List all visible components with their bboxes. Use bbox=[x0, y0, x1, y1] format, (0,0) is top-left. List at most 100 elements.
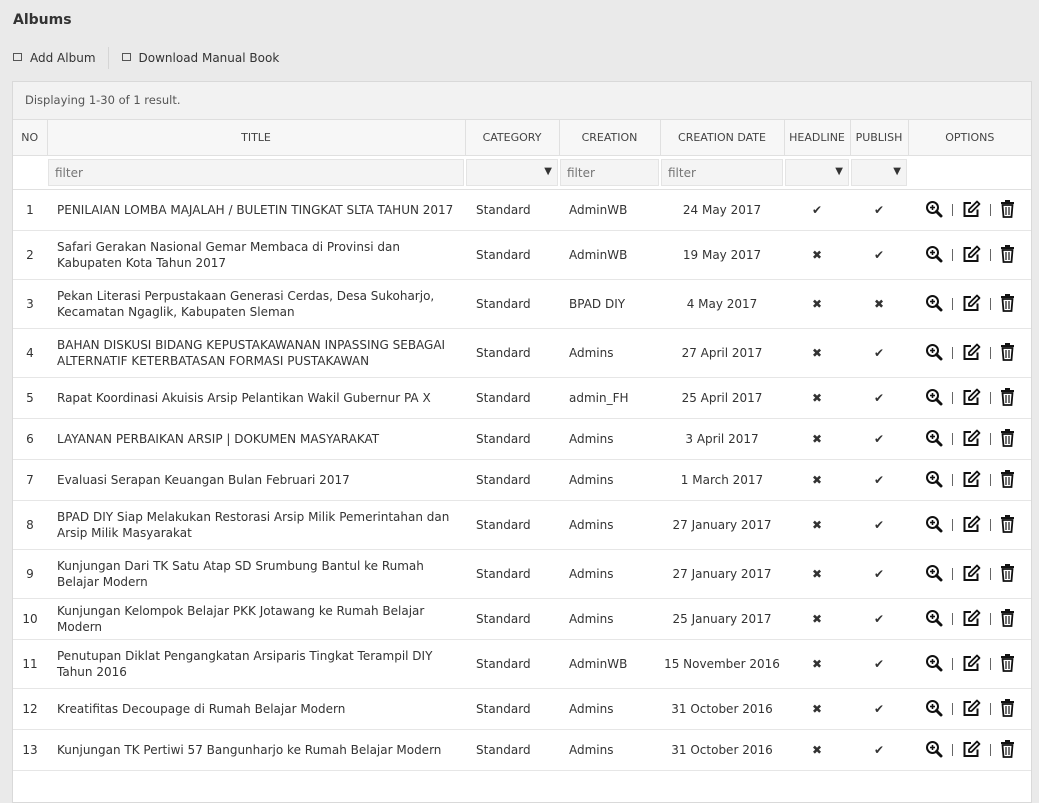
edit-icon[interactable] bbox=[962, 200, 981, 221]
headline-cross-icon[interactable]: ✖ bbox=[784, 459, 850, 501]
table-row[interactable]: 5 Rapat Koordinasi Akuisis Arsip Pelantik… bbox=[13, 377, 1031, 419]
publish-check-icon[interactable]: ✔ bbox=[850, 598, 908, 640]
options-divider bbox=[989, 658, 991, 670]
headline-cross-icon[interactable]: ✖ bbox=[784, 377, 850, 419]
column-header-headline[interactable]: HEADLINE bbox=[784, 120, 851, 156]
publish-check-icon[interactable]: ✔ bbox=[850, 688, 908, 730]
delete-icon[interactable] bbox=[1000, 244, 1015, 266]
edit-icon[interactable] bbox=[962, 343, 981, 364]
publish-check-icon[interactable]: ✔ bbox=[850, 418, 908, 460]
edit-icon[interactable] bbox=[962, 294, 981, 315]
view-icon[interactable] bbox=[925, 609, 943, 630]
publish-check-icon[interactable]: ✔ bbox=[850, 189, 908, 231]
table-row[interactable]: 12 Kreatifitas Decoupage di Rumah Belajar… bbox=[13, 688, 1031, 730]
headline-cross-icon[interactable]: ✖ bbox=[784, 418, 850, 460]
delete-icon[interactable] bbox=[1000, 428, 1015, 450]
publish-check-icon[interactable]: ✔ bbox=[850, 328, 908, 378]
category-filter-select[interactable]: ▼ bbox=[466, 159, 558, 186]
column-header-creation[interactable]: CREATION bbox=[559, 120, 661, 156]
headline-check-icon[interactable]: ✔ bbox=[784, 189, 850, 231]
edit-icon[interactable] bbox=[962, 388, 981, 409]
download-manual-button[interactable]: Download Manual Book bbox=[121, 51, 279, 65]
edit-icon[interactable] bbox=[962, 740, 981, 761]
view-icon[interactable] bbox=[925, 470, 943, 491]
publish-check-icon[interactable]: ✔ bbox=[850, 639, 908, 689]
delete-icon[interactable] bbox=[1000, 342, 1015, 364]
table-row[interactable]: 13 Kunjungan TK Pertiwi 57 Bangunharjo ke… bbox=[13, 729, 1031, 771]
column-header-publish[interactable]: PUBLISH bbox=[850, 120, 909, 156]
edit-icon[interactable] bbox=[962, 515, 981, 536]
table-row[interactable]: 11 Penutupan Diklat Pengangkatan Arsipari… bbox=[13, 639, 1031, 689]
delete-icon[interactable] bbox=[1000, 563, 1015, 585]
table-row[interactable]: 6 LAYANAN PERBAIKAN ARSIP | DOKUMEN MASYA… bbox=[13, 418, 1031, 460]
headline-cross-icon[interactable]: ✖ bbox=[784, 328, 850, 378]
filter-cell-category: ▼ bbox=[465, 155, 559, 190]
row-number: 2 bbox=[13, 230, 47, 280]
headline-cross-icon[interactable]: ✖ bbox=[784, 279, 850, 329]
publish-check-icon[interactable]: ✔ bbox=[850, 549, 908, 599]
publish-check-icon[interactable]: ✔ bbox=[850, 230, 908, 280]
delete-icon[interactable] bbox=[1000, 387, 1015, 409]
publish-filter-select[interactable]: ▼ bbox=[851, 159, 907, 186]
view-icon[interactable] bbox=[925, 740, 943, 761]
edit-icon[interactable] bbox=[962, 470, 981, 491]
delete-icon[interactable] bbox=[1000, 698, 1015, 720]
publish-check-icon[interactable]: ✔ bbox=[850, 377, 908, 419]
edit-icon[interactable] bbox=[962, 564, 981, 585]
view-icon[interactable] bbox=[925, 200, 943, 221]
delete-icon[interactable] bbox=[1000, 469, 1015, 491]
table-row[interactable]: 1 PENILAIAN LOMBA MAJALAH / BULETIN TINGK… bbox=[13, 189, 1031, 231]
headline-cross-icon[interactable]: ✖ bbox=[784, 729, 850, 771]
creation-filter-input[interactable] bbox=[560, 159, 659, 186]
edit-icon[interactable] bbox=[962, 699, 981, 720]
column-header-title[interactable]: TITLE bbox=[47, 120, 466, 156]
delete-icon[interactable] bbox=[1000, 199, 1015, 221]
publish-cross-icon[interactable]: ✖ bbox=[850, 279, 908, 329]
view-icon[interactable] bbox=[925, 654, 943, 675]
view-icon[interactable] bbox=[925, 564, 943, 585]
row-options bbox=[908, 598, 1031, 640]
delete-icon[interactable] bbox=[1000, 608, 1015, 630]
headline-cross-icon[interactable]: ✖ bbox=[784, 688, 850, 730]
column-header-creation-date[interactable]: CREATION DATE bbox=[660, 120, 785, 156]
publish-check-icon[interactable]: ✔ bbox=[850, 459, 908, 501]
table-row[interactable]: 10 Kunjungan Kelompok Belajar PKK Jotawan… bbox=[13, 598, 1031, 640]
headline-filter-select[interactable]: ▼ bbox=[785, 159, 849, 186]
delete-icon[interactable] bbox=[1000, 653, 1015, 675]
delete-icon[interactable] bbox=[1000, 293, 1015, 315]
table-row[interactable]: 8 BPAD DIY Siap Melakukan Restorasi Arsip… bbox=[13, 500, 1031, 550]
headline-cross-icon[interactable]: ✖ bbox=[784, 500, 850, 550]
table-row[interactable]: 3 Pekan Literasi Perpustakaan Generasi Ce… bbox=[13, 279, 1031, 329]
add-album-button[interactable]: Add Album bbox=[13, 51, 96, 65]
table-row[interactable]: 4 BAHAN DISKUSI BIDANG KEPUSTAKAWANAN INP… bbox=[13, 328, 1031, 378]
view-icon[interactable] bbox=[925, 699, 943, 720]
view-icon[interactable] bbox=[925, 294, 943, 315]
table-row[interactable]: 9 Kunjungan Dari TK Satu Atap SD Srumbung… bbox=[13, 549, 1031, 599]
view-icon[interactable] bbox=[925, 343, 943, 364]
headline-cross-icon[interactable]: ✖ bbox=[784, 230, 850, 280]
row-options bbox=[908, 549, 1031, 599]
row-number: 9 bbox=[13, 549, 47, 599]
edit-icon[interactable] bbox=[962, 245, 981, 266]
view-icon[interactable] bbox=[925, 245, 943, 266]
column-header-no[interactable]: NO bbox=[13, 120, 48, 156]
headline-cross-icon[interactable]: ✖ bbox=[784, 598, 850, 640]
edit-icon[interactable] bbox=[962, 654, 981, 675]
publish-check-icon[interactable]: ✔ bbox=[850, 500, 908, 550]
delete-icon[interactable] bbox=[1000, 514, 1015, 536]
headline-cross-icon[interactable]: ✖ bbox=[784, 549, 850, 599]
view-icon[interactable] bbox=[925, 429, 943, 450]
date-filter-input[interactable] bbox=[661, 159, 783, 186]
delete-icon[interactable] bbox=[1000, 739, 1015, 761]
edit-icon[interactable] bbox=[962, 429, 981, 450]
view-icon[interactable] bbox=[925, 388, 943, 409]
column-header-category[interactable]: CATEGORY bbox=[465, 120, 560, 156]
edit-icon[interactable] bbox=[962, 609, 981, 630]
table-row[interactable]: 2 Safari Gerakan Nasional Gemar Membaca d… bbox=[13, 230, 1031, 280]
table-row[interactable]: 7 Evaluasi Serapan Keuangan Bulan Februar… bbox=[13, 459, 1031, 501]
album-title: BPAD DIY Siap Melakukan Restorasi Arsip … bbox=[47, 500, 465, 550]
headline-cross-icon[interactable]: ✖ bbox=[784, 639, 850, 689]
publish-check-icon[interactable]: ✔ bbox=[850, 729, 908, 771]
view-icon[interactable] bbox=[925, 515, 943, 536]
title-filter-input[interactable] bbox=[48, 159, 464, 186]
